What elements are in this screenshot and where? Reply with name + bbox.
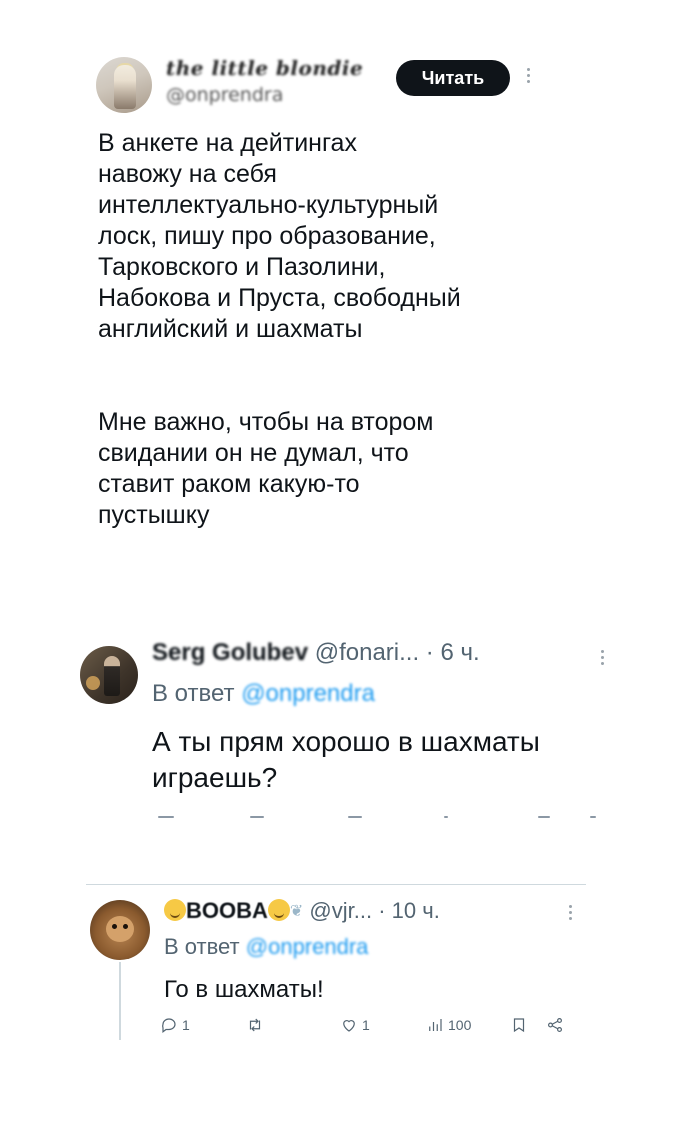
tweet-line: навожу на себя: [98, 160, 277, 188]
views-action[interactable]: 100: [426, 1016, 471, 1034]
tweet-line: английский и шахматы: [98, 315, 363, 343]
reply-count: 1: [182, 1017, 190, 1033]
like-count: 1: [362, 1017, 370, 1033]
more-vertical-icon[interactable]: [523, 68, 533, 83]
reply-timestamp[interactable]: 6 ч.: [440, 639, 479, 666]
dove-emoji-icon: ❦: [289, 903, 304, 920]
reply-icon: [162, 1018, 176, 1033]
reply-to-line: В ответ @onprendra: [152, 680, 375, 708]
author-handle[interactable]: @onprendra: [166, 84, 283, 106]
reply-header: BOOBA ❦ @vjr... · 10 ч.: [164, 898, 440, 924]
avatar-person: [104, 656, 120, 696]
avatar-figure: [114, 65, 136, 109]
thread-line: [119, 962, 121, 1040]
share-action[interactable]: [546, 1016, 564, 1034]
more-vertical-icon[interactable]: [597, 650, 607, 665]
tweet-text: В анкете на дейтингах навожу на себя инт…: [98, 128, 568, 531]
reply-author-name[interactable]: BOOBA: [186, 898, 268, 923]
tweet-line: ставит раком какую-то: [98, 470, 360, 498]
reply-text-line: А ты прям хорошо в шахматы: [152, 726, 540, 757]
share-icon: [548, 1018, 562, 1032]
avatar-eye: [112, 924, 117, 929]
smiling-tear-emoji-icon: [267, 899, 290, 921]
retweet-action[interactable]: [246, 1016, 268, 1034]
reply-avatar[interactable]: [80, 646, 138, 704]
tweet-line: лоск, пишу про образование,: [98, 222, 436, 250]
reply-author-name[interactable]: Serg Golubev: [152, 639, 308, 666]
reply-to-mention[interactable]: @onprendra: [241, 680, 375, 707]
follow-button[interactable]: Читать: [396, 60, 510, 96]
reply-actions: 1 1 100: [160, 1016, 580, 1040]
like-action[interactable]: 1: [340, 1016, 370, 1034]
reply-to-mention[interactable]: @onprendra: [246, 934, 369, 959]
reply-to-label: В ответ: [152, 680, 235, 707]
tweet-line: Мне важно, чтобы на втором: [98, 408, 434, 436]
reply-author-handle[interactable]: @vjr...: [309, 898, 372, 923]
smiling-tear-emoji-icon: [164, 899, 186, 921]
author-avatar[interactable]: [96, 57, 152, 113]
heart-icon: [343, 1020, 355, 1032]
reply-action[interactable]: 1: [160, 1016, 190, 1034]
reply-header: Serg Golubev @fonari... · 6 ч.: [152, 639, 480, 667]
reply-actions-cropped: [158, 812, 598, 820]
avatar-face: [106, 916, 134, 942]
views-chart-icon: [429, 1019, 442, 1031]
separator: ·: [425, 639, 434, 666]
more-vertical-icon[interactable]: [565, 905, 575, 920]
reply-text: Го в шахматы!: [164, 976, 324, 1003]
bookmark-icon: [513, 1018, 525, 1033]
tweet-line: Тарковского и Пазолини,: [98, 253, 386, 281]
separator: ·: [378, 898, 386, 923]
reply-to-line: В ответ @onprendra: [164, 934, 368, 960]
reply-text-line: играешь?: [152, 762, 278, 793]
reply-to-label: В ответ: [164, 934, 240, 959]
author-name[interactable]: the little blondie: [166, 56, 363, 80]
tweet-line: свидании он не думал, что: [98, 439, 409, 467]
reply-avatar[interactable]: [90, 900, 150, 960]
avatar-eye: [123, 924, 128, 929]
views-count: 100: [448, 1017, 472, 1033]
tweet-line: В анкете на дейтингах: [98, 129, 357, 157]
reply-text: А ты прям хорошо в шахматы играешь?: [152, 724, 622, 796]
retweet-icon: [249, 1018, 261, 1032]
tweet-line: интеллектуально-культурный: [98, 191, 439, 219]
avatar-lamp: [86, 676, 100, 690]
reply-timestamp[interactable]: 10 ч.: [392, 898, 440, 923]
tweet-line: пустышку: [98, 501, 210, 529]
bookmark-action[interactable]: [510, 1016, 528, 1034]
divider: [86, 884, 586, 885]
reply-author-handle[interactable]: @fonari...: [315, 639, 419, 666]
tweet-line: Набокова и Пруста, свободный: [98, 284, 461, 312]
